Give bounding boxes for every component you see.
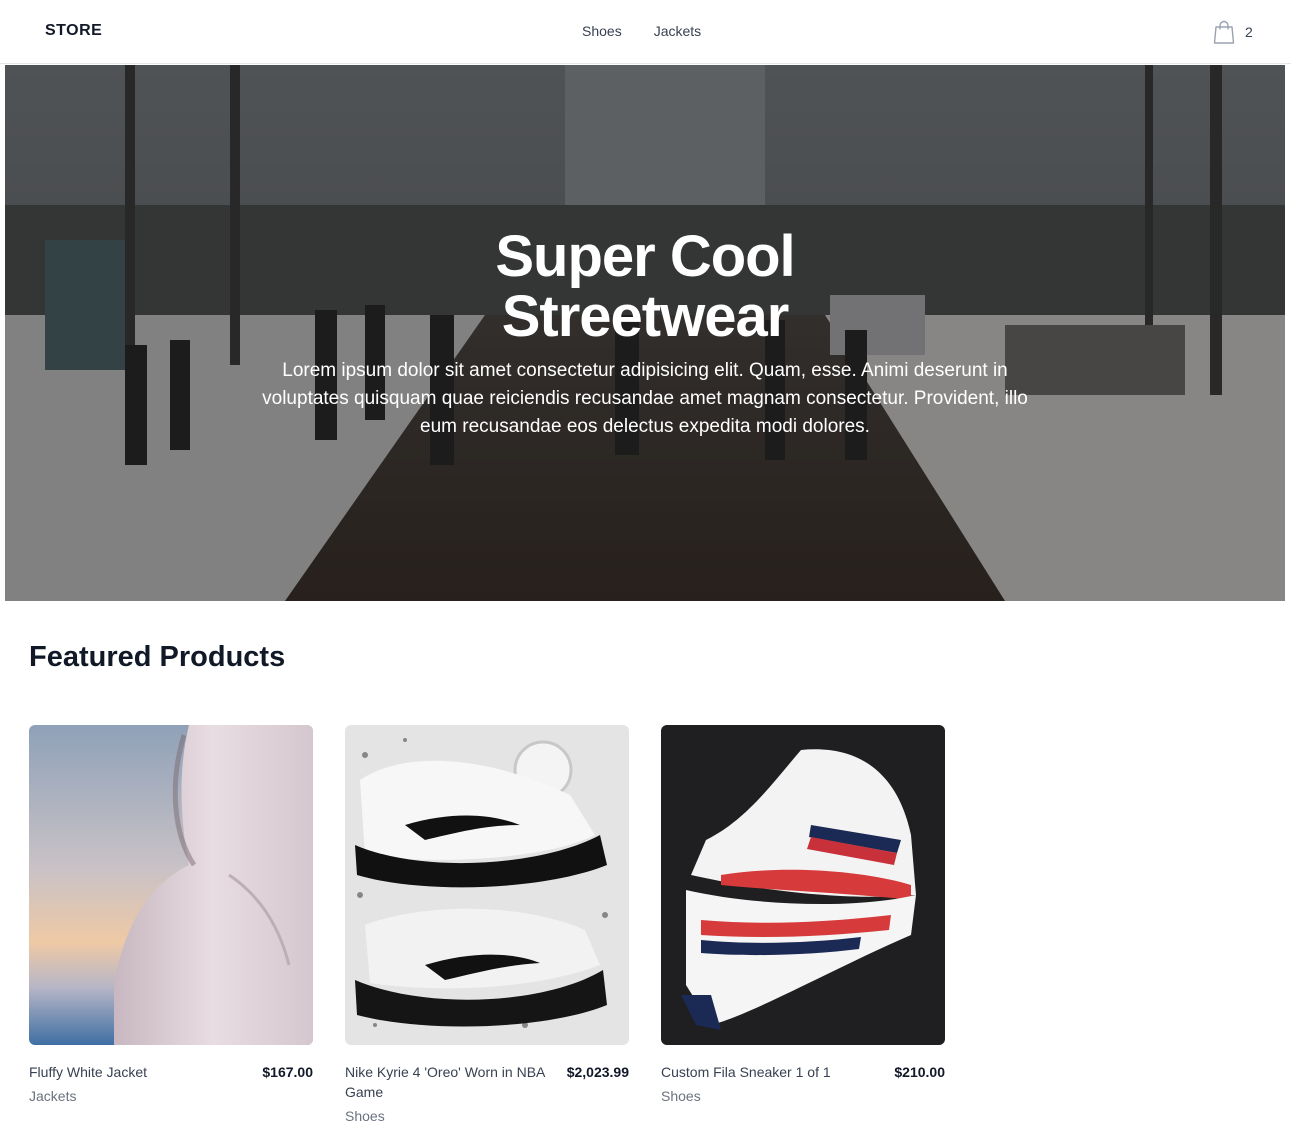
product-card-nike-kyrie-4-oreo[interactable]: Nike Kyrie 4 'Oreo' Worn in NBA Game $2,… bbox=[345, 725, 629, 1124]
product-price: $2,023.99 bbox=[566, 1064, 629, 1080]
top-navbar: STORE Shoes Jackets 2 bbox=[0, 0, 1291, 64]
product-info: Custom Fila Sneaker 1 of 1 $210.00 Shoes bbox=[661, 1062, 945, 1122]
hero-title-line-2: Streetwear bbox=[501, 284, 790, 349]
hero-title-line-1: Super Cool bbox=[495, 224, 795, 289]
product-category: Jackets bbox=[29, 1088, 77, 1104]
product-image-nike-kyrie[interactable] bbox=[345, 725, 629, 1045]
product-info: Nike Kyrie 4 'Oreo' Worn in NBA Game $2,… bbox=[345, 1062, 629, 1124]
product-card-fluffy-white-jacket[interactable]: Fluffy White Jacket $167.00 Jackets bbox=[29, 725, 313, 1122]
nav-link-jackets[interactable]: Jackets bbox=[654, 23, 701, 39]
product-name[interactable]: Nike Kyrie 4 'Oreo' Worn in NBA Game bbox=[345, 1062, 557, 1102]
featured-products-heading: Featured Products bbox=[29, 641, 286, 673]
product-name[interactable]: Fluffy White Jacket bbox=[29, 1062, 241, 1082]
product-name[interactable]: Custom Fila Sneaker 1 of 1 bbox=[661, 1062, 873, 1082]
hero-title: Super Cool Streetwear bbox=[5, 227, 1285, 347]
product-category: Shoes bbox=[661, 1088, 701, 1104]
shopping-bag-icon bbox=[1213, 20, 1235, 44]
store-logo-link[interactable]: STORE bbox=[45, 22, 102, 40]
product-image-jacket[interactable] bbox=[29, 725, 313, 1045]
product-price: $210.00 bbox=[894, 1064, 945, 1080]
main-nav: Shoes Jackets bbox=[582, 23, 701, 39]
nav-link-shoes[interactable]: Shoes bbox=[582, 23, 622, 39]
product-price: $167.00 bbox=[262, 1064, 313, 1080]
product-info: Fluffy White Jacket $167.00 Jackets bbox=[29, 1062, 313, 1122]
cart-count: 2 bbox=[1245, 24, 1253, 40]
product-category: Shoes bbox=[345, 1108, 385, 1124]
product-card-custom-fila-sneaker[interactable]: Custom Fila Sneaker 1 of 1 $210.00 Shoes bbox=[661, 725, 945, 1122]
cart-button[interactable]: 2 bbox=[1213, 20, 1253, 44]
hero-banner: Super Cool Streetwear Lorem ipsum dolor … bbox=[5, 65, 1285, 601]
product-image-fila-sneaker[interactable] bbox=[661, 725, 945, 1045]
hero-description: Lorem ipsum dolor sit amet consectetur a… bbox=[262, 360, 1028, 437]
